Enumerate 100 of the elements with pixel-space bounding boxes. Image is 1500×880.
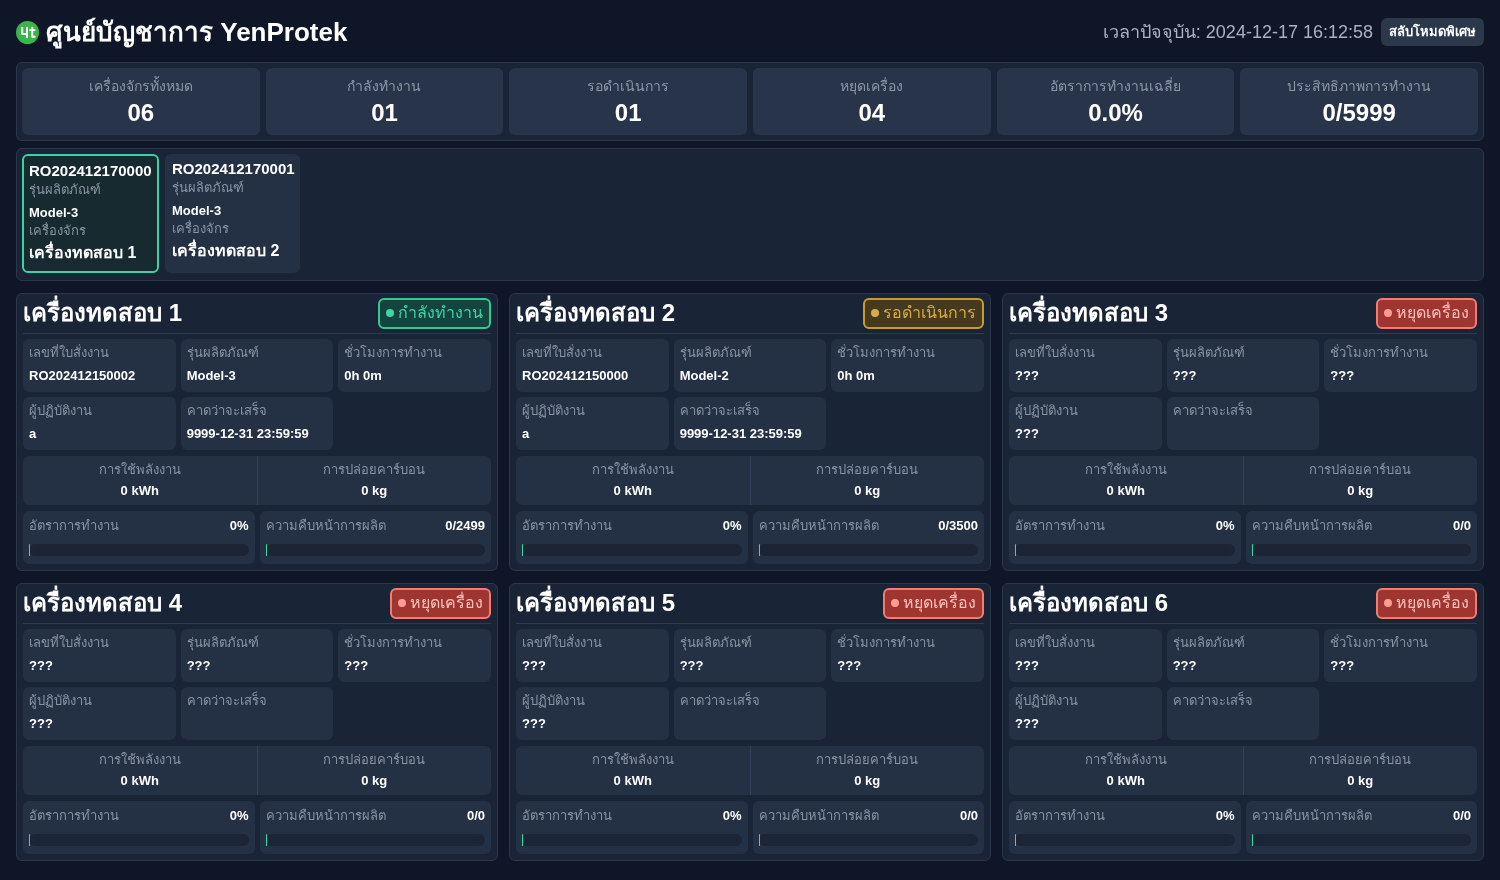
info-label: เลขที่ใบสั่งงาน (522, 343, 603, 362)
order-model: Model-3 (172, 202, 223, 220)
order-label: รุ่นผลิตภัณฑ์ (29, 181, 102, 199)
progress-reading: 0/0 (1452, 517, 1471, 535)
current-time: เวลาปัจจุบัน: 2024-12-17 16:12:58 (1102, 20, 1373, 45)
order-card[interactable]: RO202412170000 รุ่นผลิตภัณฑ์ Model-3 เครื่องจักร เครื่องทดสอบ 1 (22, 154, 159, 273)
metric-value: 0 kWh (613, 481, 652, 500)
info-value: Model-2 (679, 366, 730, 385)
info-value: a (522, 424, 531, 443)
progress-label: อัตราการทำงาน (29, 807, 119, 825)
info-value: a (29, 424, 38, 443)
progress-reading: 0/3500 (938, 517, 978, 535)
progress-label: ความคืบหน้าการผลิต (758, 807, 879, 825)
summary-value: 01 (614, 97, 642, 128)
info-label: ผู้ปฏิบัติงาน (1015, 401, 1079, 420)
progress-reading: 0% (229, 807, 249, 825)
info-value: ??? (837, 656, 863, 675)
metric-value: 0 kg (1347, 771, 1374, 790)
info-label: รุ่นผลิตภัณฑ์ (186, 633, 260, 652)
metric-value: 0 kWh (613, 771, 652, 790)
progress-reading: 0% (722, 517, 742, 535)
status-label: รอดำเนินการ (883, 303, 976, 324)
info-label: รุ่นผลิตภัณฑ์ (1172, 633, 1246, 652)
progress-reading: 0/0 (466, 807, 485, 825)
info-label: เลขที่ใบสั่งงาน (29, 633, 110, 652)
info-label: รุ่นผลิตภัณฑ์ (679, 633, 753, 652)
progress-label: ความคืบหน้าการผลิต (265, 517, 386, 535)
order-label: เครื่องจักร (172, 220, 230, 238)
info-value: RO202412150000 (522, 366, 630, 385)
metric-value: 0 kg (854, 771, 881, 790)
status-label: หยุดเครื่อง (1396, 592, 1469, 615)
summary-label: หยุดเครื่อง (840, 76, 904, 96)
status-label: กำลังทำงาน (398, 303, 483, 324)
summary-value: 04 (858, 97, 886, 128)
info-label: คาดว่าจะเสร็จ (679, 691, 761, 710)
order-machine: เครื่องทดสอบ 2 (172, 239, 293, 263)
info-value: 9999-12-31 23:59:59 (186, 424, 310, 443)
progress-reading: 0% (722, 807, 742, 825)
metric-label: การใช้พลังงาน (591, 750, 674, 769)
metric-value: 0 kg (361, 771, 388, 790)
machine-name: เครื่องทดสอบ 5 (516, 586, 675, 621)
order-number: RO202412170000 (29, 161, 152, 181)
info-value: ??? (1015, 656, 1040, 675)
status-label: หยุดเครื่อง (903, 592, 976, 615)
info-value: ??? (1330, 656, 1356, 675)
status-label: หยุดเครื่อง (410, 592, 483, 615)
order-card[interactable]: RO202412170001 รุ่นผลิตภัณฑ์ Model-3 เครื่องจักร เครื่องทดสอบ 2 (165, 154, 300, 273)
progress-label: อัตราการทำงาน (1015, 807, 1105, 825)
metric-label: การปล่อยคาร์บอน (323, 750, 426, 769)
info-label: คาดว่าจะเสร็จ (679, 401, 761, 420)
metric-label: การปล่อยคาร์บอน (1309, 460, 1412, 479)
summary-label: รอดำเนินการ (587, 76, 670, 96)
info-label: ผู้ปฏิบัติงาน (29, 691, 93, 710)
info-value: ??? (29, 656, 54, 675)
info-label: ชั่วโมงการทำงาน (1330, 343, 1430, 362)
progress-label: ความคืบหน้าการผลิต (1251, 807, 1372, 825)
info-label: เลขที่ใบสั่งงาน (522, 633, 603, 652)
progress-reading: 0% (1215, 517, 1235, 535)
mode-toggle-button[interactable]: สลับโหมดพิเศษ (1381, 18, 1484, 46)
info-value: 9999-12-31 23:59:59 (679, 424, 803, 443)
info-label: ผู้ปฏิบัติงาน (1015, 691, 1079, 710)
machine-name: เครื่องทดสอบ 2 (516, 296, 675, 331)
metric-label: การปล่อยคาร์บอน (323, 460, 426, 479)
progress-label: อัตราการทำงาน (522, 517, 612, 535)
order-number: RO202412170001 (172, 159, 293, 179)
metric-label: การใช้พลังงาน (98, 460, 181, 479)
info-value: 0h 0m (344, 366, 383, 385)
info-label: ผู้ปฏิบัติงาน (522, 401, 586, 420)
progress-reading: 0/0 (959, 807, 978, 825)
summary-value: 06 (127, 97, 155, 128)
progress-reading: 0% (229, 517, 249, 535)
order-label: เครื่องจักร (29, 222, 87, 240)
info-value: Model-3 (186, 366, 237, 385)
machine-name: เครื่องทดสอบ 4 (23, 586, 182, 621)
info-value: ??? (522, 656, 547, 675)
progress-label: ความคืบหน้าการผลิต (265, 807, 386, 825)
summary-value: 01 (371, 97, 398, 128)
metric-label: การใช้พลังงาน (98, 750, 181, 769)
info-value: ??? (186, 656, 212, 675)
progress-label: อัตราการทำงาน (522, 807, 612, 825)
info-value: 0h 0m (837, 366, 876, 385)
metric-value: 0 kg (854, 481, 881, 500)
info-label: รุ่นผลิตภัณฑ์ (186, 343, 260, 362)
info-label: ผู้ปฏิบัติงาน (522, 691, 586, 710)
info-value: ??? (1015, 714, 1040, 733)
info-value: ??? (1172, 366, 1198, 385)
metric-value: 0 kWh (1106, 771, 1145, 790)
progress-reading: 0/0 (1452, 807, 1471, 825)
info-label: เลขที่ใบสั่งงาน (1015, 343, 1096, 362)
metric-label: การปล่อยคาร์บอน (1309, 750, 1412, 769)
summary-value: 0.0% (1088, 97, 1143, 128)
info-value: ??? (1172, 656, 1198, 675)
summary-label: เครื่องจักรทั้งหมด (88, 75, 193, 96)
info-label: คาดว่าจะเสร็จ (186, 691, 268, 710)
metric-value: 0 kWh (1106, 481, 1145, 500)
info-label: คาดว่าจะเสร็จ (186, 401, 268, 420)
order-model: Model-3 (29, 204, 80, 222)
metric-value: 0 kg (1347, 481, 1374, 500)
info-label: เลขที่ใบสั่งงาน (29, 343, 110, 362)
info-label: ผู้ปฏิบัติงาน (29, 401, 93, 420)
